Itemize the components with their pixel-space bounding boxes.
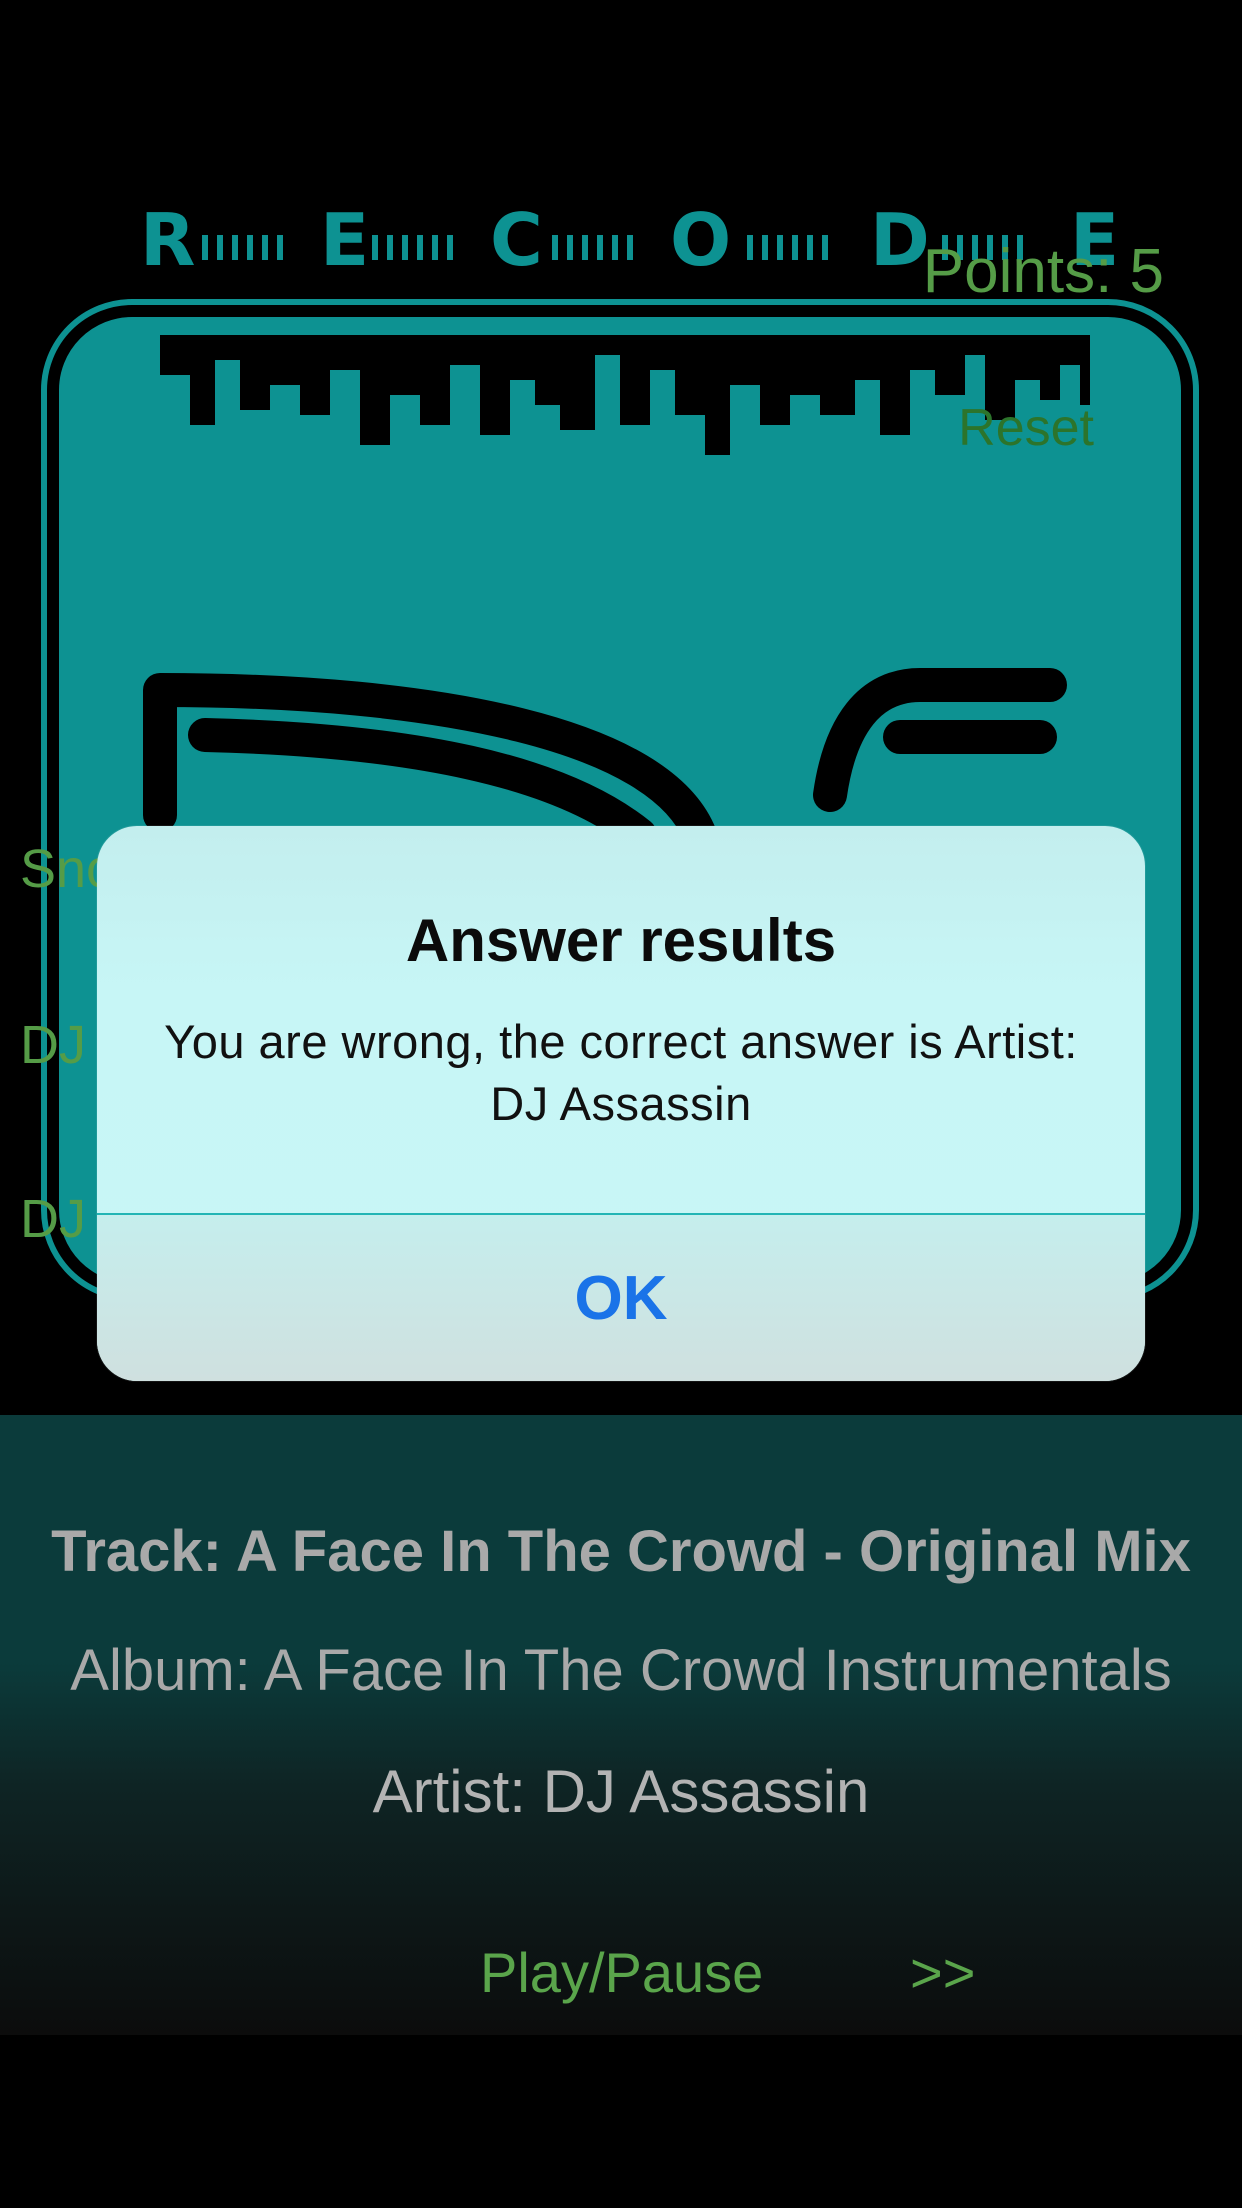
track-title: Track: A Face In The Crowd - Original Mi… — [51, 1519, 1191, 1584]
alert-message: You are wrong, the correct answer is Art… — [164, 1015, 1078, 1130]
screen: R E C O D E Points: 5 Reset Sno DJ DJ Tr… — [0, 0, 1242, 2208]
next-button[interactable]: >> — [910, 1940, 975, 2005]
ok-button[interactable]: OK — [97, 1215, 1145, 1381]
artist-name: Artist: DJ Assassin — [372, 1758, 870, 1825]
alert-title: Answer results — [405, 907, 837, 974]
album-title: Album: A Face In The Crowd Instrumentals — [70, 1638, 1172, 1703]
playback-controls: Play/Pause >> — [0, 1940, 1242, 2020]
now-playing-panel: Track: A Face In The Crowd - Original Mi… — [0, 1415, 1242, 2035]
answer-results-alert: Answer results You are wrong, the correc… — [97, 826, 1145, 1381]
play-pause-button[interactable]: Play/Pause — [480, 1940, 763, 2005]
